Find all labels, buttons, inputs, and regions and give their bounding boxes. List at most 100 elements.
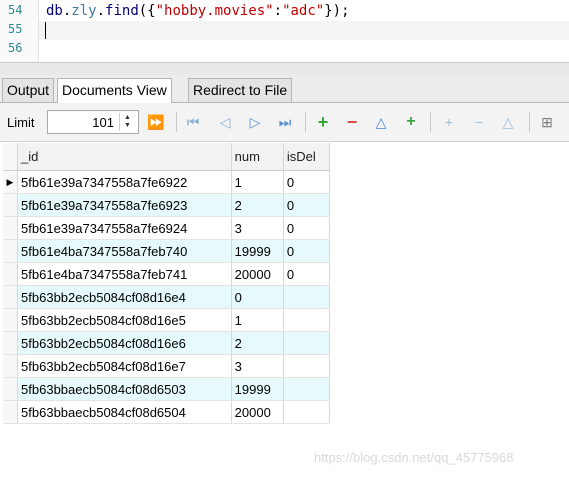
cell-num[interactable]: 3 [231, 354, 284, 378]
cell-id[interactable]: 5fb63bbaecb5084cf08d6503 [17, 377, 232, 401]
cell-num[interactable]: 1 [231, 308, 284, 332]
cell-id[interactable]: 5fb61e4ba7347558a7feb741 [17, 262, 232, 286]
line-number: 56 [8, 41, 23, 55]
text-caret [45, 22, 46, 39]
code-db: db [46, 3, 63, 19]
cell-id[interactable]: 5fb63bbaecb5084cf08d6504 [17, 400, 232, 424]
cell-isdel[interactable]: 0 [283, 216, 331, 240]
add-record-icon[interactable]: + [314, 113, 332, 131]
edit-icon[interactable]: △ [499, 113, 517, 131]
cell-isdel[interactable] [283, 377, 331, 401]
code-close: }); [324, 3, 350, 19]
code-value: "adc" [282, 3, 325, 19]
remove-icon[interactable]: − [470, 113, 488, 131]
row-indicator [3, 377, 19, 401]
table-row[interactable]: 5fb63bb2ecb5084cf08d16e7 3 [3, 354, 331, 378]
cell-id[interactable]: 5fb61e39a7347558a7fe6922 [17, 170, 232, 194]
delete-record-icon[interactable]: − [343, 113, 361, 131]
query-editor[interactable]: 54 55 56 db.zly.find({"hobby.movies":"ad… [0, 0, 569, 62]
cell-id[interactable]: 5fb63bb2ecb5084cf08d16e5 [17, 308, 232, 332]
cell-num[interactable]: 0 [231, 285, 284, 309]
cell-num[interactable]: 2 [231, 193, 284, 217]
current-line-highlight [39, 21, 569, 40]
line-gutter: 54 55 56 [0, 0, 39, 62]
limit-label: Limit [7, 115, 35, 130]
tab-documents-view[interactable]: Documents View [57, 78, 172, 103]
next-record-icon[interactable]: ▷ [246, 113, 264, 131]
move-up-icon[interactable]: △ [372, 113, 390, 131]
code-collection: zly [71, 3, 97, 19]
spin-up-icon[interactable]: ▲ [124, 114, 131, 121]
table-row[interactable]: 5fb63bbaecb5084cf08d6504 20000 [3, 400, 331, 424]
result-tabs: Output Documents View Redirect to File [0, 75, 569, 103]
cell-id[interactable]: 5fb63bb2ecb5084cf08d16e6 [17, 331, 232, 355]
cell-num[interactable]: 1 [231, 170, 284, 194]
column-header-id[interactable]: _id [17, 143, 232, 171]
table-row[interactable]: 5fb63bb2ecb5084cf08d16e6 2 [3, 331, 331, 355]
table-row[interactable]: 5fb61e4ba7347558a7feb741 20000 0 [3, 262, 331, 286]
table-row[interactable]: 5fb61e4ba7347558a7feb740 19999 0 [3, 239, 331, 263]
row-indicator [3, 285, 19, 309]
row-indicator [3, 262, 19, 286]
step-forward-icon[interactable]: ⏩ [147, 113, 165, 131]
line-number: 55 [8, 22, 23, 36]
table-row[interactable]: 5fb63bb2ecb5084cf08d16e5 1 [3, 308, 331, 332]
row-indicator [3, 400, 19, 424]
row-indicator [3, 354, 19, 378]
cell-isdel[interactable] [283, 308, 331, 332]
cell-id[interactable]: 5fb61e39a7347558a7fe6924 [17, 216, 232, 240]
grid-toolbar: Limit 101 ▲ ▼ ⏩ ⏮ ◁ ▷ ⏭ + − △ + + − △ ⊞ [0, 103, 569, 142]
row-indicator [3, 239, 19, 263]
pane-splitter[interactable] [0, 62, 569, 76]
grid-header-row: _id num isDel [3, 143, 331, 171]
prev-record-icon[interactable]: ◁ [216, 113, 234, 131]
tab-output[interactable]: Output [2, 78, 55, 102]
code-dot: . [96, 3, 106, 19]
table-row[interactable]: 5fb61e39a7347558a7fe6923 2 0 [3, 193, 331, 217]
limit-spinner[interactable]: ▲ ▼ [119, 113, 136, 131]
limit-input[interactable]: 101 ▲ ▼ [47, 110, 139, 134]
toolbar-divider [176, 112, 177, 132]
insert-icon[interactable]: + [440, 113, 458, 131]
cell-isdel[interactable] [283, 400, 331, 424]
cell-id[interactable]: 5fb61e39a7347558a7fe6923 [17, 193, 232, 217]
row-indicator [3, 331, 19, 355]
table-row[interactable]: 5fb63bbaecb5084cf08d6503 19999 [3, 377, 331, 401]
table-row[interactable]: 5fb61e39a7347558a7fe6924 3 0 [3, 216, 331, 240]
cell-num[interactable]: 20000 [231, 262, 284, 286]
add-field-icon[interactable]: + [402, 113, 420, 131]
toolbar-divider [430, 112, 431, 132]
last-record-icon[interactable]: ⏭ [276, 113, 294, 131]
cell-isdel[interactable] [283, 331, 331, 355]
cell-num[interactable]: 2 [231, 331, 284, 355]
current-row-icon: ▶ [3, 170, 19, 194]
grid-icon[interactable]: ⊞ [538, 113, 556, 131]
tab-redirect-to-file[interactable]: Redirect to File [188, 78, 293, 102]
first-record-icon[interactable]: ⏮ [184, 113, 202, 131]
column-header-num[interactable]: num [231, 143, 284, 171]
cell-num[interactable]: 20000 [231, 400, 284, 424]
cell-num[interactable]: 3 [231, 216, 284, 240]
cell-id[interactable]: 5fb61e4ba7347558a7feb740 [17, 239, 232, 263]
cell-num[interactable]: 19999 [231, 377, 284, 401]
cell-isdel[interactable] [283, 354, 331, 378]
row-indicator [3, 216, 19, 240]
cell-id[interactable]: 5fb63bb2ecb5084cf08d16e4 [17, 285, 232, 309]
cell-id[interactable]: 5fb63bb2ecb5084cf08d16e7 [17, 354, 232, 378]
code-open: ({ [138, 3, 156, 19]
code-line[interactable]: db.zly.find({"hobby.movies":"adc"}); [46, 3, 350, 19]
cell-num[interactable]: 19999 [231, 239, 284, 263]
column-header-isdel[interactable]: isDel [283, 143, 331, 171]
cell-isdel[interactable]: 0 [283, 262, 331, 286]
limit-value: 101 [92, 115, 114, 130]
cell-isdel[interactable]: 0 [283, 170, 331, 194]
cell-isdel[interactable]: 0 [283, 193, 331, 217]
toolbar-divider [305, 112, 306, 132]
table-row[interactable]: ▶ 5fb61e39a7347558a7fe6922 1 0 [3, 170, 331, 194]
cell-isdel[interactable] [283, 285, 331, 309]
line-number: 54 [8, 3, 23, 17]
table-row[interactable]: 5fb63bb2ecb5084cf08d16e4 0 [3, 285, 331, 309]
spin-down-icon[interactable]: ▼ [124, 122, 131, 129]
toolbar-divider [529, 112, 530, 132]
cell-isdel[interactable]: 0 [283, 239, 331, 263]
